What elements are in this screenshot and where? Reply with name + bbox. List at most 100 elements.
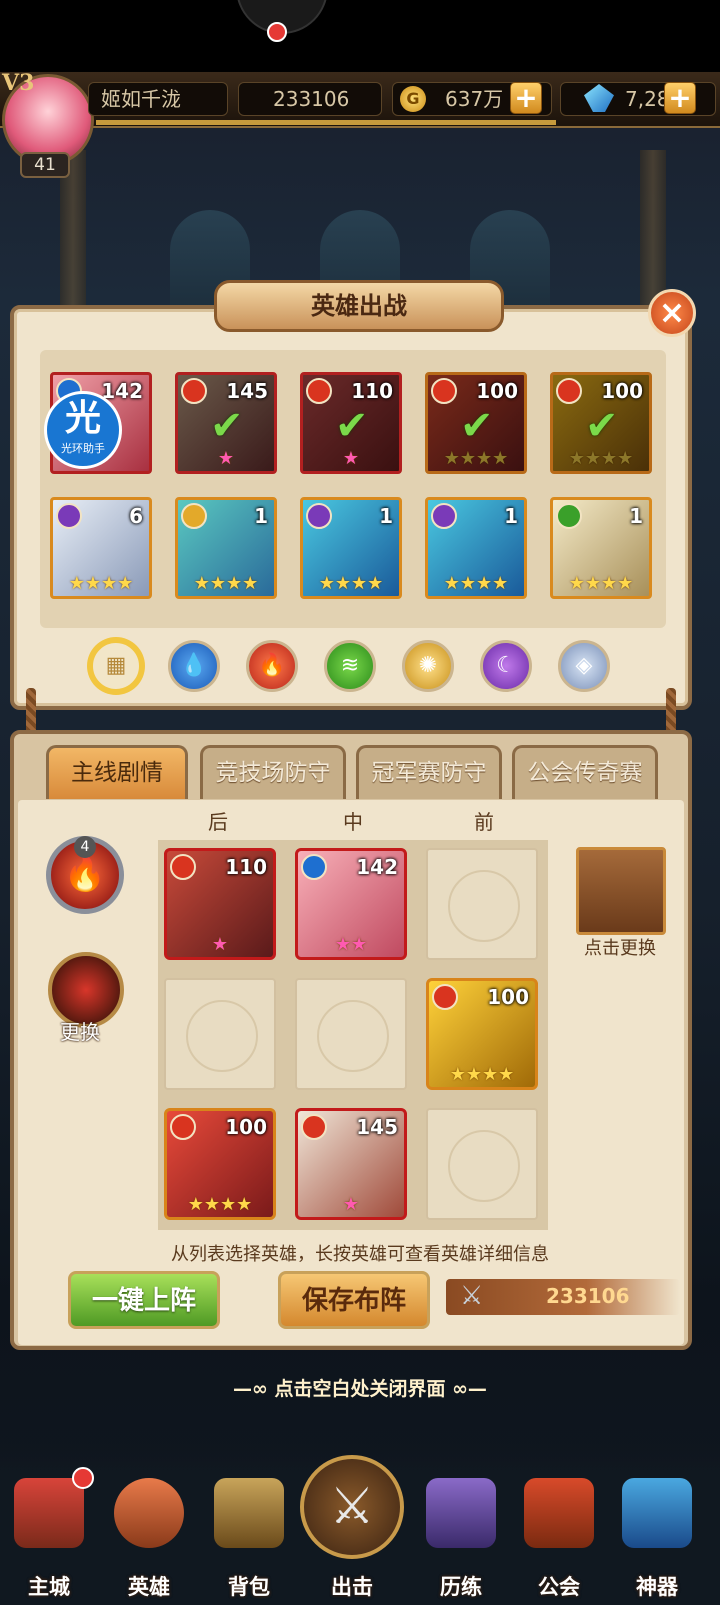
deployed-check-icon: ✔ (460, 403, 494, 449)
filter-dark-button[interactable]: ☾ (480, 640, 532, 692)
formation-change-label[interactable]: 更换 (60, 1016, 100, 1045)
hero-level: 100 (487, 985, 529, 1009)
fire-element-icon (170, 854, 196, 880)
roster-hero-card[interactable]: 100 ✔ ★★★★ (425, 372, 527, 474)
fire-element-icon (170, 1114, 196, 1140)
filter-special-button[interactable]: ◈ (558, 640, 610, 692)
artifact-hammer-icon[interactable] (576, 847, 666, 935)
hero-stars: ★★★★ (187, 1194, 253, 1215)
nav-attack-label-wrap: 出击 (307, 1455, 397, 1605)
board-hero-content: 100 ★★★★ (429, 981, 535, 1087)
tower-icon (426, 1478, 496, 1548)
board-hero-content: 110 ★ (167, 851, 273, 957)
nav-artifact[interactable]: 神器 (612, 1468, 702, 1605)
nav-label: 主城 (28, 1575, 70, 1599)
player-power-value: 233106 (273, 87, 350, 111)
tab-guild-legend[interactable]: 公会传奇赛 (512, 745, 658, 799)
hero-level: 145 (226, 379, 268, 403)
roster-hero-card[interactable]: 100 ✔ ★★★★ (550, 372, 652, 474)
filter-all-button[interactable]: ▦ (90, 640, 142, 692)
tab-arena-defense[interactable]: 竞技场防守 (200, 745, 346, 799)
deployed-check-icon: ✔ (585, 403, 619, 449)
close-button[interactable]: × (648, 289, 696, 337)
hero-level: 100 (476, 379, 518, 403)
board-hero-slot[interactable]: 100 ★★★★ (426, 978, 538, 1090)
nav-guild[interactable]: 公会 (514, 1468, 604, 1605)
castle-icon (14, 1478, 84, 1548)
hero-level: 1 (629, 504, 643, 528)
light-element-icon (181, 503, 207, 529)
roster-hero-card[interactable]: 6 ★★★★ (50, 497, 152, 599)
xp-bar (96, 120, 556, 125)
nav-attack[interactable]: ⚔ 出击 (300, 1455, 404, 1605)
roster-hero-card[interactable]: 145 ✔ ★ (175, 372, 277, 474)
roster-hero-card[interactable]: 1 ★★★★ (300, 497, 402, 599)
filter-nature-button[interactable]: ≋ (324, 640, 376, 692)
artifact-change-label[interactable]: 点击更换 (584, 934, 656, 960)
dark-element-icon (306, 503, 332, 529)
panel-title: 英雄出战 (214, 280, 504, 332)
roster-hero-card[interactable]: 1 ★★★★ (550, 497, 652, 599)
assistant-badge-glyph: 光 (64, 398, 101, 439)
fire-element-count: 4 (74, 836, 96, 858)
roster-hero-card[interactable]: 1 ★★★★ (425, 497, 527, 599)
hero-stars: ★★★★ (68, 573, 134, 594)
empty-board-slot[interactable] (164, 978, 276, 1090)
hero-stars: ★★★★ (568, 573, 634, 594)
water-element-icon (301, 854, 327, 880)
tab-championship-defense[interactable]: 冠军赛防守 (356, 745, 502, 799)
hero-stars: ★ (211, 934, 229, 955)
nav-training[interactable]: 历练 (416, 1468, 506, 1605)
notification-dot (72, 1467, 94, 1489)
nav-backpack[interactable]: 背包 (204, 1468, 294, 1605)
add-gems-button[interactable]: + (664, 82, 696, 114)
hero-level: 145 (356, 1115, 398, 1139)
assistant-app-badge[interactable]: 光 光环助手 (44, 391, 122, 469)
tab-main-story[interactable]: 主线剧情 (46, 745, 188, 799)
empty-board-slot[interactable] (426, 1108, 538, 1220)
nav-label: 出击 (331, 1575, 373, 1599)
status-bar (0, 0, 720, 70)
hero-level: 142 (356, 855, 398, 879)
add-gold-button[interactable]: + (510, 82, 542, 114)
artifact-crystal-icon (622, 1478, 692, 1548)
hero-level: 1 (379, 504, 393, 528)
roster-hero-card[interactable]: 1 ★★★★ (175, 497, 277, 599)
gold-coin-icon: G (400, 86, 426, 112)
board-hero-slot[interactable]: 145 ★ (295, 1108, 407, 1220)
hero-stars: ★★★★ (193, 573, 259, 594)
nav-heroes[interactable]: 英雄 (104, 1468, 194, 1605)
hero-level: 110 (351, 379, 393, 403)
board-hero-slot[interactable]: 142 ★★ (295, 848, 407, 960)
formation-hint-text: 从列表选择英雄，长按英雄可查看英雄详细信息 (171, 1244, 549, 1265)
hero-stars: ★ (217, 448, 235, 469)
backpack-icon (214, 1478, 284, 1548)
filter-light-button[interactable]: ✺ (402, 640, 454, 692)
board-hero-slot[interactable]: 100 ★★★★ (164, 1108, 276, 1220)
tap-blank-to-close-hint[interactable]: —∞ 点击空白处关闭界面 ∞— (0, 1374, 720, 1401)
assistant-badge-label: 光环助手 (61, 442, 105, 455)
filter-fire-button[interactable]: 🔥 (246, 640, 298, 692)
notification-dot (267, 22, 287, 42)
save-formation-button[interactable]: 保存布阵 (278, 1271, 430, 1329)
hero-stars: ★★★★ (318, 573, 384, 594)
empty-board-slot[interactable] (295, 978, 407, 1090)
hero-stars: ★★★★ (568, 448, 634, 469)
guild-shield-icon (524, 1478, 594, 1548)
board-hero-slot[interactable]: 110 ★ (164, 848, 276, 960)
column-header-front: 前 (474, 810, 494, 834)
empty-board-slot[interactable] (426, 848, 538, 960)
column-header-middle: 中 (343, 810, 363, 834)
deployed-check-icon: ✔ (210, 403, 244, 449)
auto-deploy-button[interactable]: 一键上阵 (68, 1271, 220, 1329)
hero-stars: ★★★★ (449, 1064, 515, 1085)
hero-stars: ★★ (334, 934, 368, 955)
roster-hero-card[interactable]: 110 ✔ ★ (300, 372, 402, 474)
filter-water-button[interactable]: 💧 (168, 640, 220, 692)
fire-element-icon (556, 378, 582, 404)
player-level: 41 (20, 152, 70, 178)
dark-element-icon (431, 503, 457, 529)
player-power: 233106 (238, 82, 382, 116)
crossed-swords-icon: ⚔ (460, 1281, 484, 1311)
vip-badge: V3 (2, 70, 35, 96)
